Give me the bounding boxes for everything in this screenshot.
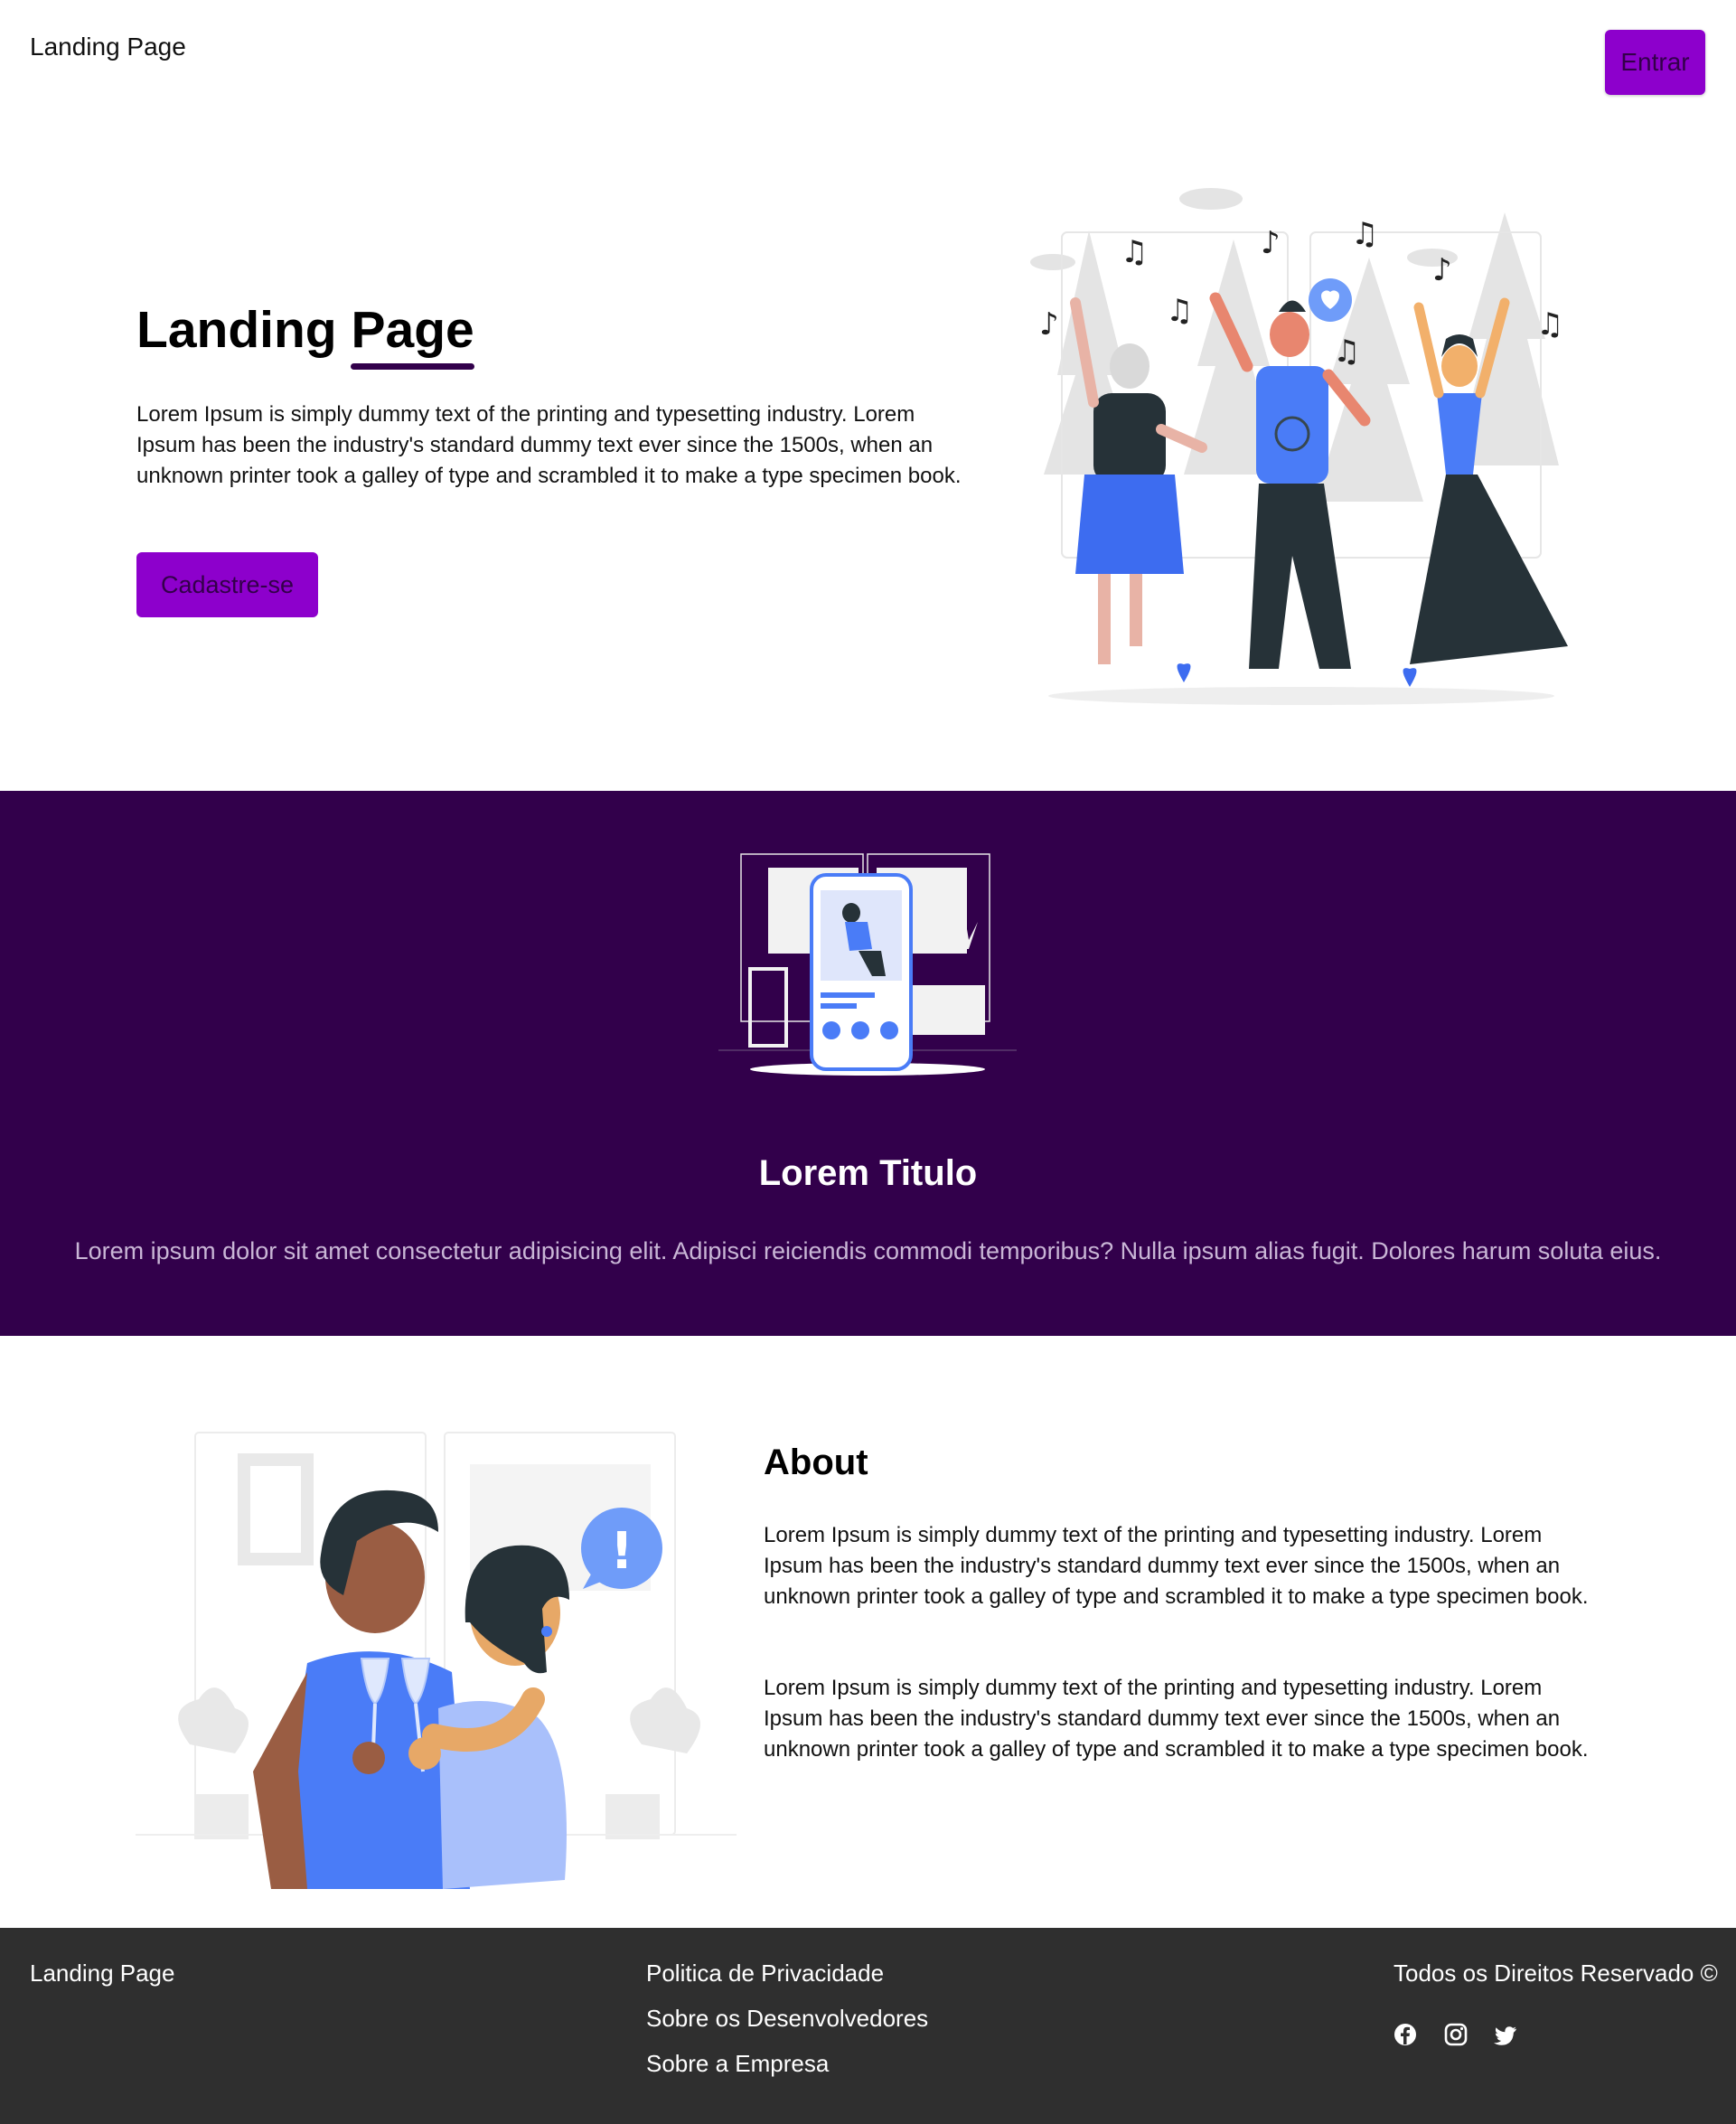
hero-title: Landing Page	[136, 301, 474, 370]
about-paragraph-1: Lorem Ipsum is simply dummy text of the …	[764, 1523, 1589, 1609]
svg-text:♫: ♫	[1351, 216, 1378, 252]
facebook-icon[interactable]	[1392, 2021, 1419, 2048]
feature-description: Lorem ipsum dolor sit amet consectetur a…	[74, 1237, 1662, 1264]
instagram-icon[interactable]	[1442, 2021, 1469, 2048]
svg-text:♫: ♫	[1333, 334, 1360, 370]
login-button[interactable]: Entrar	[1605, 30, 1705, 95]
svg-text:♪: ♪	[1432, 252, 1452, 288]
couple-toasting-illustration: !	[136, 1432, 737, 1889]
hero-title-part2: Page	[351, 301, 474, 370]
phone-app-illustration	[718, 853, 1017, 1076]
svg-text:♪: ♪	[1039, 306, 1059, 343]
feature-title: Lorem Titulo	[758, 1153, 978, 1193]
about-title: About	[764, 1443, 868, 1482]
svg-text:♫: ♫	[1121, 234, 1148, 270]
hero-description: Lorem Ipsum is simply dummy text of the …	[136, 402, 962, 488]
footer-brand[interactable]: Landing Page	[30, 1960, 174, 1988]
svg-text:!: !	[610, 1522, 633, 1581]
svg-text:♪: ♪	[1261, 225, 1281, 261]
svg-text:♫: ♫	[1166, 293, 1193, 329]
twitter-icon[interactable]	[1493, 2021, 1520, 2048]
footer-link-developers[interactable]: Sobre os Desenvolvedores	[646, 2005, 928, 2033]
signup-button[interactable]: Cadastre-se	[136, 552, 318, 617]
people-dancing-illustration: ♫ ♪ ♫ ♫ ♪ ♫ ♪ ♫	[1030, 188, 1568, 705]
footer-link-privacy[interactable]: Politica de Privacidade	[646, 1960, 884, 1988]
about-paragraph-2: Lorem Ipsum is simply dummy text of the …	[764, 1676, 1589, 1762]
footer-copyright: Todos os Direitos Reservado ©	[1393, 1960, 1718, 1987]
svg-text:♫: ♫	[1536, 306, 1563, 343]
footer-link-company[interactable]: Sobre a Empresa	[646, 2050, 829, 2078]
hero-title-part1: Landing	[136, 301, 337, 359]
brand-logo[interactable]: Landing Page	[30, 33, 186, 61]
